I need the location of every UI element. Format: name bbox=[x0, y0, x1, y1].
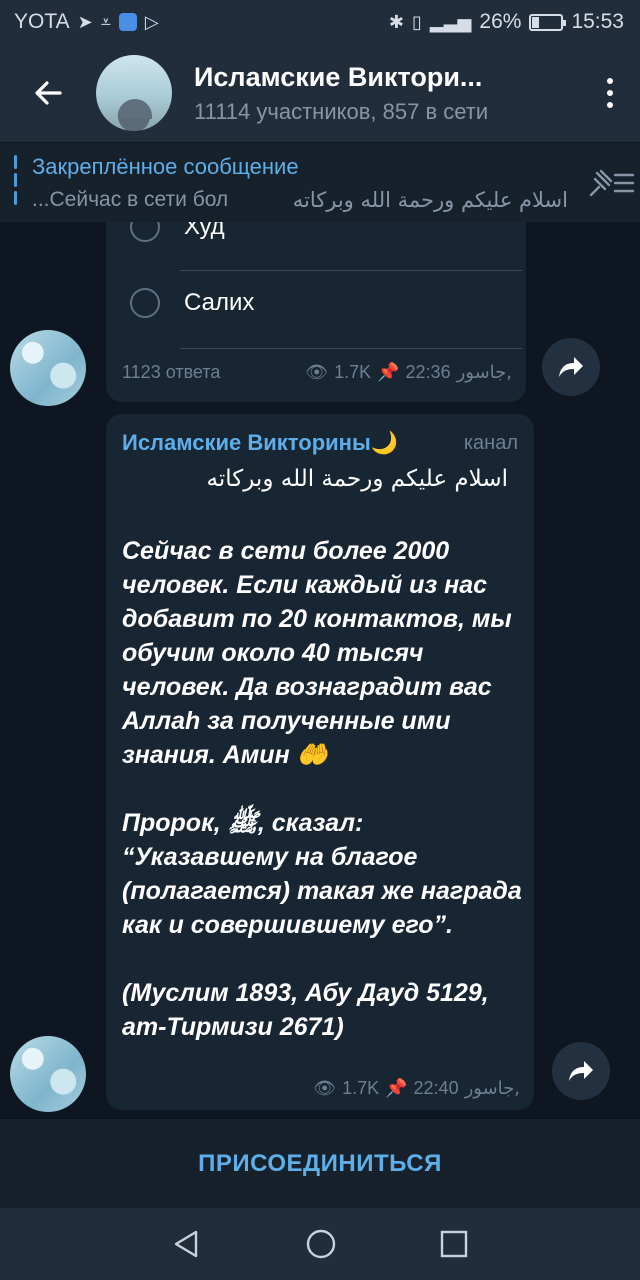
poll-option-label: Салих bbox=[184, 289, 255, 316]
message-header: Исламские Викторины🌙 канал bbox=[122, 430, 518, 456]
channel-badge: канал bbox=[463, 431, 518, 454]
nav-back-icon[interactable] bbox=[172, 1229, 202, 1259]
message-meta: 👁 1.7K 📌 22:40 جاسور, bbox=[313, 1078, 520, 1099]
radio-button[interactable] bbox=[130, 288, 160, 318]
pinned-message-bar[interactable]: Закреплённое сообщение ...Сейчас в сети … bbox=[0, 142, 640, 222]
radio-button[interactable] bbox=[130, 222, 160, 242]
status-right: ✱ ▯ ▂▃▅ 26% 15:53 bbox=[389, 10, 624, 34]
channel-avatar[interactable] bbox=[96, 55, 172, 131]
pinned-preview-arabic: اسلام عليكم ورحمة الله وبركاته bbox=[292, 187, 568, 212]
vibrate-icon: ▯ bbox=[411, 11, 422, 32]
join-button[interactable]: ПРИСОЕДИНИТЬСЯ bbox=[198, 1150, 442, 1178]
pin-list-icon bbox=[589, 169, 635, 196]
status-bar: YOTA ➤ ⩡ ▷ ✱ ▯ ▂▃▅ 26% 15:53 bbox=[0, 0, 640, 44]
message-signer: جاسور, bbox=[464, 1078, 520, 1099]
poll-views: 1.7K bbox=[334, 362, 372, 382]
eye-icon: 👁 bbox=[313, 1078, 337, 1098]
pin-icon: 📌 bbox=[385, 1078, 408, 1098]
sender-avatar[interactable] bbox=[10, 1036, 86, 1112]
option-divider bbox=[180, 348, 522, 349]
join-bar: ПРИСОЕДИНИТЬСЯ bbox=[0, 1118, 640, 1208]
poll-option[interactable]: Худ bbox=[130, 222, 225, 242]
nav-recents-icon[interactable] bbox=[440, 1230, 468, 1258]
share-button[interactable] bbox=[542, 338, 600, 396]
poll-time: 22:36 bbox=[405, 362, 451, 382]
share-arrow-icon bbox=[569, 1061, 593, 1081]
message-body: Сейчас в сети более 2000 человек. Если к… bbox=[122, 534, 522, 1078]
poll-bubble: Худ Салих 1123 ответа 👁 1.7K 📌 22:36 جاس… bbox=[106, 222, 526, 402]
pin-icon: 📌 bbox=[377, 362, 400, 382]
message-paragraph: Сейчас в сети более 2000 человек. Если к… bbox=[122, 537, 512, 769]
pinned-body: Закреплённое сообщение ...Сейчас в сети … bbox=[32, 154, 582, 212]
signal-icon: ▂▃▅ bbox=[429, 11, 472, 32]
mosque-dome-shape bbox=[118, 99, 152, 119]
battery-fill bbox=[532, 16, 540, 28]
clock: 15:53 bbox=[571, 10, 624, 33]
message-greeting: اسلام عليكم ورحمة الله وبركاته bbox=[206, 466, 508, 492]
eye-icon: 👁 bbox=[305, 362, 329, 382]
download-done-icon: ⩡ bbox=[100, 11, 111, 32]
carrier-label: YOTA bbox=[14, 10, 70, 33]
share-button[interactable] bbox=[552, 1042, 610, 1100]
sender-avatar[interactable] bbox=[10, 330, 86, 406]
more-menu-button[interactable] bbox=[580, 44, 640, 142]
poll-option-label: Худ bbox=[184, 222, 225, 240]
message-paragraph: Пророк, ﷺ, сказал: “Указавшему на благое… bbox=[122, 809, 522, 939]
more-dot-icon bbox=[607, 90, 613, 96]
status-left: YOTA ➤ ⩡ ▷ bbox=[14, 10, 159, 34]
chat-header: Исламские Виктори... 11114 участников, 8… bbox=[0, 44, 640, 142]
channel-subtitle: 11114 участников, 857 в сети bbox=[194, 98, 489, 124]
system-nav-bar bbox=[0, 1208, 640, 1280]
message-views: 1.7K bbox=[342, 1078, 380, 1098]
pinned-indicator bbox=[14, 155, 17, 211]
poll-signer: جاسور, bbox=[456, 362, 512, 383]
more-dot-icon bbox=[607, 78, 613, 84]
poll-answers-count: 1123 ответа bbox=[122, 362, 221, 382]
pinned-preview: ...Сейчас в сети бол اسلام عليكم ورحمة ا… bbox=[32, 188, 582, 212]
back-button[interactable] bbox=[0, 44, 96, 142]
battery-percent: 26% bbox=[479, 10, 522, 33]
more-dot-icon bbox=[607, 102, 613, 108]
poll-footer: 1123 ответа 👁 1.7K 📌 22:36 جاسور, bbox=[122, 362, 512, 383]
message-author[interactable]: Исламские Викторины🌙 bbox=[122, 430, 398, 456]
arrow-left-icon bbox=[35, 81, 62, 105]
channel-title: Исламские Виктори... bbox=[194, 61, 483, 92]
header-text[interactable]: Исламские Виктори... 11114 участников, 8… bbox=[194, 62, 580, 125]
pinned-preview-text: ...Сейчас в сети бол bbox=[32, 187, 229, 211]
message-time: 22:40 bbox=[413, 1078, 459, 1098]
poll-option[interactable]: Салих bbox=[130, 288, 254, 318]
nav-home-icon[interactable] bbox=[305, 1228, 337, 1260]
poll-meta: 👁 1.7K 📌 22:36 جاسور, bbox=[305, 362, 512, 383]
pinned-title: Закреплённое сообщение bbox=[32, 153, 299, 179]
shield-icon bbox=[118, 13, 137, 31]
share-arrow-icon bbox=[559, 357, 583, 377]
message-paragraph: (Муслим 1893, Абу Дауд 5129, ат-Тирмизи … bbox=[122, 979, 489, 1041]
bluetooth-icon: ✱ bbox=[388, 11, 404, 32]
pinned-list-button[interactable] bbox=[582, 143, 640, 223]
chat-area[interactable]: Худ Салих 1123 ответа 👁 1.7K 📌 22:36 جاس… bbox=[0, 222, 640, 1118]
battery-icon bbox=[529, 13, 567, 31]
message-bubble[interactable]: Исламские Викторины🌙 канал اسلام عليكم و… bbox=[106, 414, 534, 1110]
telegram-notification-icon: ➤ bbox=[77, 11, 93, 32]
option-divider bbox=[180, 270, 522, 271]
play-store-icon: ▷ bbox=[144, 11, 159, 32]
